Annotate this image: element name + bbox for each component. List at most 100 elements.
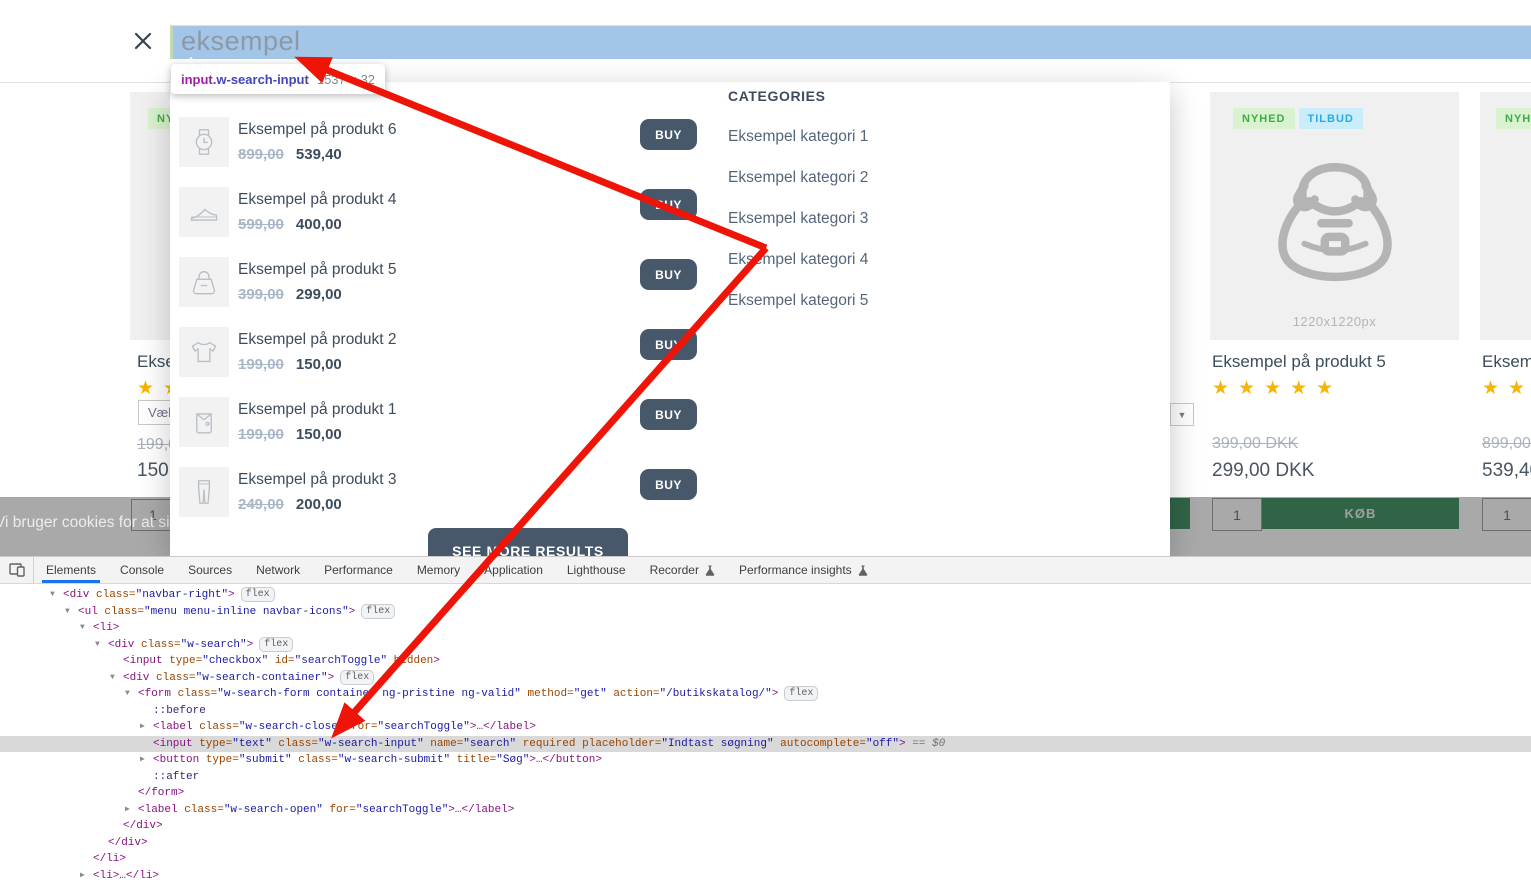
dom-node-line[interactable]: ::before [0, 703, 1531, 720]
devtools-tab-application[interactable]: Application [474, 557, 553, 583]
category-link[interactable]: Eksempel kategori 2 [728, 169, 868, 189]
category-link[interactable]: Eksempel kategori 5 [728, 292, 868, 312]
devtools-tab-console[interactable]: Console [110, 557, 174, 583]
dom-node-line[interactable]: ▼<li> [0, 620, 1531, 637]
devtools-tab-memory[interactable]: Memory [407, 557, 470, 583]
badge-nyhed: NYHED [1496, 108, 1531, 129]
dom-node-line[interactable]: ▼<div class="w-search">flex [0, 637, 1531, 654]
expand-arrow-open-icon[interactable]: ▼ [50, 587, 63, 604]
price-old: 399,00 DKK [1212, 435, 1298, 453]
dom-node-selected[interactable]: <input type="text" class="w-search-input… [0, 736, 1531, 753]
product-thumb-icon [179, 257, 229, 307]
result-product-name[interactable]: Eksempel på produkt 4 [238, 191, 397, 209]
expand-arrow-closed-icon[interactable]: ▶ [125, 802, 138, 819]
tooltip-dimensions: 1537 × 32 [317, 72, 375, 87]
search-input-value: eksempel [181, 26, 301, 57]
expand-arrow-open-icon[interactable]: ▼ [80, 620, 93, 637]
buy-button[interactable]: BUY [640, 329, 697, 360]
expand-arrow-closed-icon[interactable]: ▶ [80, 868, 93, 884]
search-result-row: Eksempel på produkt 1 199,00 150,00 BUY [179, 397, 869, 449]
product-thumb-icon [179, 397, 229, 447]
expand-arrow-open-icon[interactable]: ▼ [65, 604, 78, 621]
search-result-row: Eksempel på produkt 3 249,00 200,00 BUY [179, 467, 869, 519]
star-rating: ★★★★★ [1482, 377, 1531, 400]
result-old-price: 399,00 [238, 286, 284, 303]
buy-button[interactable]: BUY [640, 119, 697, 150]
product-title: Eksempel på produkt 6 [1482, 352, 1531, 372]
experiment-flask-icon [705, 565, 715, 576]
result-new-price: 150,00 [296, 356, 342, 373]
dom-node-line[interactable]: ▼<form class="w-search-form container ng… [0, 686, 1531, 703]
dom-node-line[interactable]: </div> [0, 835, 1531, 852]
devtools-tabbar: ElementsConsoleSourcesNetworkPerformance… [0, 557, 1531, 584]
handbag-image [1250, 118, 1420, 298]
devtools-tab-sources[interactable]: Sources [178, 557, 242, 583]
dom-node-line[interactable]: ▶<label class="w-search-open" for="searc… [0, 802, 1531, 819]
category-link[interactable]: Eksempel kategori 3 [728, 210, 868, 230]
result-old-price: 199,00 [238, 356, 284, 373]
dom-node-line[interactable]: ▼<div class="navbar-right">flex [0, 587, 1531, 604]
expand-arrow-open-icon[interactable]: ▼ [110, 670, 123, 687]
devtools-tab-elements[interactable]: Elements [36, 557, 106, 583]
dom-node-line[interactable]: ▼<div class="w-search-container">flex [0, 670, 1531, 687]
dom-node-line[interactable]: ▶<button type="submit" class="w-search-s… [0, 752, 1531, 769]
dom-node-line[interactable]: <input type="checkbox" id="searchToggle"… [0, 653, 1531, 670]
product-card-image [1480, 92, 1531, 340]
result-product-name[interactable]: Eksempel på produkt 3 [238, 471, 397, 489]
buy-button[interactable]: BUY [640, 469, 697, 500]
image-placeholder-label: 1220x1220px [1210, 314, 1459, 329]
dom-node-line[interactable]: ▼<ul class="menu menu-inline navbar-icon… [0, 604, 1531, 621]
price-new: 299,00 DKK [1212, 460, 1314, 482]
experiment-flask-icon [858, 565, 868, 576]
dom-node-line[interactable]: ::after [0, 769, 1531, 786]
buy-button[interactable]: BUY [640, 259, 697, 290]
product-thumb-icon [179, 187, 229, 237]
expand-arrow-closed-icon[interactable]: ▶ [140, 752, 153, 769]
expand-arrow-open-icon[interactable]: ▼ [125, 686, 138, 703]
result-product-name[interactable]: Eksempel på produkt 2 [238, 331, 397, 349]
star-rating: ★★★★★ [1212, 377, 1342, 400]
result-old-price: 599,00 [238, 216, 284, 233]
result-old-price: 249,00 [238, 496, 284, 513]
expand-arrow-open-icon[interactable]: ▼ [95, 637, 108, 654]
result-old-price: 199,00 [238, 426, 284, 443]
devtools-tab-performance-insights[interactable]: Performance insights [729, 557, 878, 583]
buy-button[interactable]: BUY [640, 189, 697, 220]
result-product-name[interactable]: Eksempel på produkt 1 [238, 401, 397, 419]
result-new-price: 200,00 [296, 496, 342, 513]
result-old-price: 899,00 [238, 146, 284, 163]
tooltip-element-class: .w-search-input [213, 72, 309, 87]
dom-node-line[interactable]: </li> [0, 851, 1531, 868]
variant-select-arrow[interactable]: ▼ [1170, 403, 1194, 426]
result-new-price: 150,00 [296, 426, 342, 443]
result-new-price: 299,00 [296, 286, 342, 303]
devtools-tab-performance[interactable]: Performance [314, 557, 403, 583]
expand-arrow-closed-icon[interactable]: ▶ [140, 719, 153, 736]
dom-node-line[interactable]: ▶<label class="w-search-close" for="sear… [0, 719, 1531, 736]
dom-node-line[interactable]: </form> [0, 785, 1531, 802]
category-link[interactable]: Eksempel kategori 1 [728, 128, 868, 148]
categories-title: CATEGORIES [728, 88, 826, 104]
devtools-tab-network[interactable]: Network [246, 557, 310, 583]
product-thumb-icon [179, 117, 229, 167]
product-thumb-icon [179, 327, 229, 377]
dom-node-line[interactable]: ▶<li>…</li> [0, 868, 1531, 884]
search-results-panel: Eksempel på produkt 6899,00539,40BUYEkse… [170, 82, 1170, 556]
category-link[interactable]: Eksempel kategori 4 [728, 251, 868, 271]
device-toolbar-icon[interactable] [0, 557, 34, 583]
price-old: 899,00 DKK [1482, 435, 1531, 453]
inspected-search-input[interactable]: eksempel [170, 25, 1531, 59]
buy-button[interactable]: BUY [640, 399, 697, 430]
price-new: 539,40 DKK [1482, 460, 1531, 482]
result-new-price: 400,00 [296, 216, 342, 233]
devtools-tab-recorder[interactable]: Recorder [640, 557, 725, 583]
result-product-name[interactable]: Eksempel på produkt 6 [238, 121, 397, 139]
dom-node-line[interactable]: </div> [0, 818, 1531, 835]
cookie-text: Vi bruger cookies for at si [0, 514, 170, 532]
result-product-name[interactable]: Eksempel på produkt 5 [238, 261, 397, 279]
devtools-panel: ElementsConsoleSourcesNetworkPerformance… [0, 556, 1531, 879]
search-result-row: Eksempel på produkt 2 199,00 150,00 BUY [179, 327, 869, 379]
search-close-icon[interactable] [132, 30, 154, 52]
tooltip-element-tag: input [181, 72, 213, 87]
devtools-tab-lighthouse[interactable]: Lighthouse [557, 557, 636, 583]
